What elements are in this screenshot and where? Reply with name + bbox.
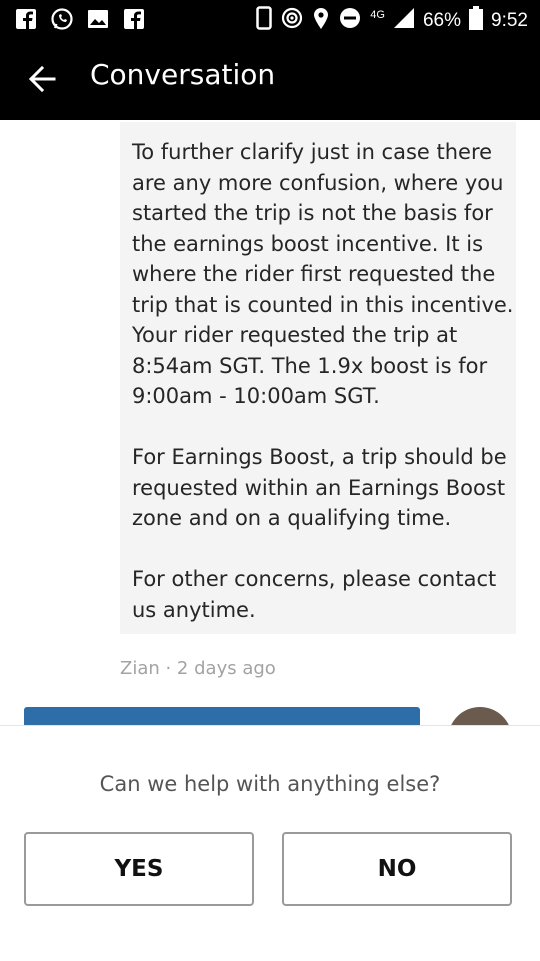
message-paragraph: To further clarify just in case there ar… xyxy=(132,140,514,408)
help-panel: Can we help with anything else? YES NO xyxy=(0,725,540,961)
battery-icon xyxy=(469,6,484,36)
arrow-back-icon xyxy=(28,65,56,93)
back-button[interactable] xyxy=(24,60,62,98)
app-bar: Conversation xyxy=(0,38,540,120)
help-question: Can we help with anything else? xyxy=(99,772,441,796)
hotspot-icon xyxy=(280,6,304,36)
location-icon xyxy=(312,6,330,36)
gallery-icon xyxy=(86,7,110,31)
message-meta: Zian · 2 days ago xyxy=(120,658,276,679)
yes-button[interactable]: YES xyxy=(24,832,254,906)
facebook-icon-2 xyxy=(122,7,146,31)
page-title: Conversation xyxy=(90,58,276,91)
status-bar: 4G 66% 9:52 xyxy=(0,0,540,38)
phone-icon xyxy=(256,6,273,36)
no-button[interactable]: NO xyxy=(282,832,512,906)
clock: 9:52 xyxy=(491,10,528,31)
user-message-bubble xyxy=(24,707,420,727)
whatsapp-icon xyxy=(50,7,74,31)
avatar xyxy=(448,707,512,727)
network-type: 4G xyxy=(370,9,385,21)
message-bubble: To further clarify just in case there ar… xyxy=(120,122,516,634)
signal-icon xyxy=(393,7,415,35)
do-not-disturb-icon xyxy=(338,6,362,36)
message-paragraph: For other concerns, please contact us an… xyxy=(132,567,497,622)
battery-level: 66% xyxy=(422,10,462,31)
message-paragraph: For Earnings Boost, a trip should be req… xyxy=(132,445,507,530)
facebook-icon xyxy=(14,7,38,31)
